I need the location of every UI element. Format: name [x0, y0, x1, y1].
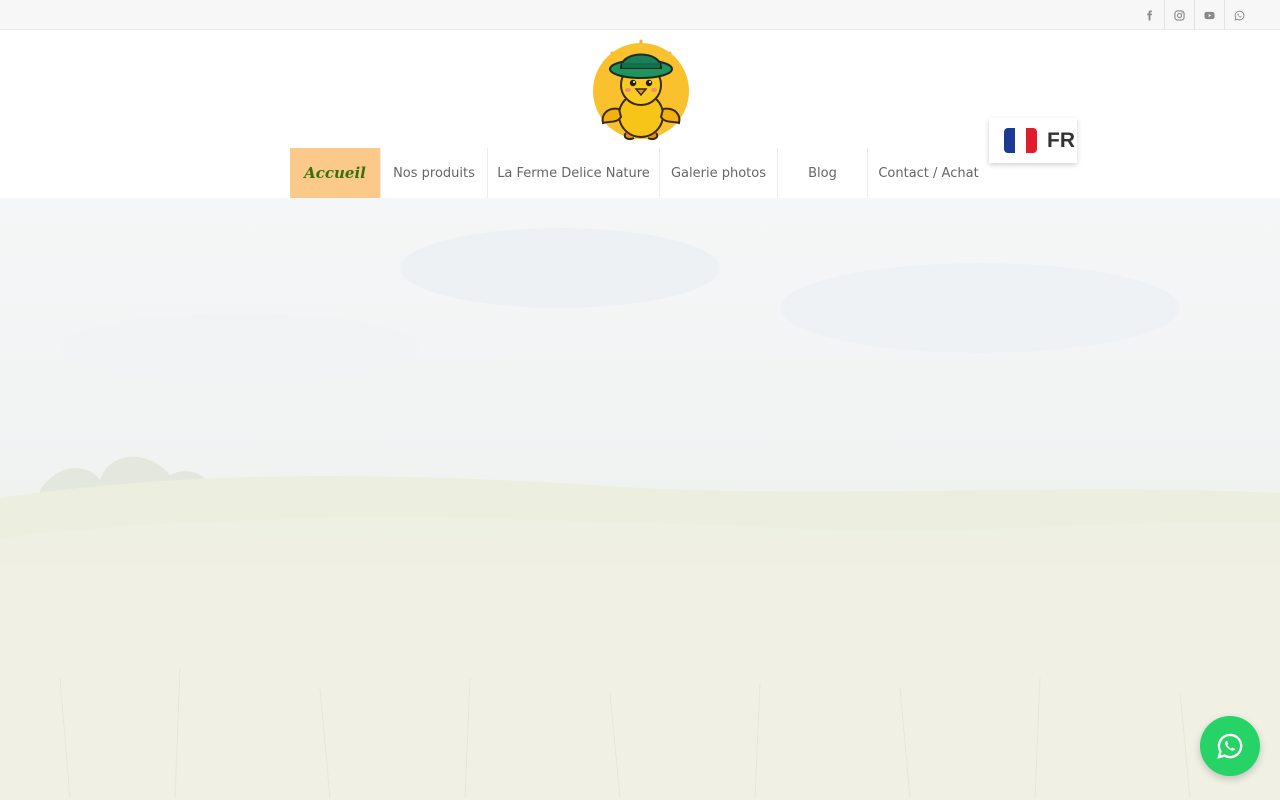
facebook-link[interactable] — [1134, 0, 1164, 30]
main-nav: Accueil Nos produits La Ferme Delice Nat… — [290, 148, 989, 198]
social-links — [1134, 0, 1254, 30]
nav-item-nos-produits[interactable]: Nos produits — [380, 148, 487, 198]
nav-item-contact-achat[interactable]: Contact / Achat — [867, 148, 989, 198]
language-switcher[interactable]: FR — [989, 118, 1077, 163]
chick-with-hat-logo — [593, 39, 689, 141]
field-landscape-image — [0, 198, 1280, 800]
france-flag-icon — [1004, 128, 1037, 153]
nav-item-la-ferme[interactable]: La Ferme Delice Nature — [487, 148, 659, 198]
whatsapp-chat-button[interactable] — [1200, 716, 1260, 776]
youtube-link[interactable] — [1194, 0, 1224, 30]
instagram-link[interactable] — [1164, 0, 1194, 30]
nav-item-blog[interactable]: Blog — [777, 148, 867, 198]
whatsapp-icon — [1234, 10, 1245, 21]
language-code: FR — [1047, 128, 1075, 152]
nav-item-accueil[interactable]: Accueil — [290, 148, 380, 198]
site-header: Accueil Nos produits La Ferme Delice Nat… — [0, 30, 1280, 198]
whatsapp-icon — [1217, 733, 1243, 759]
youtube-icon — [1204, 11, 1215, 19]
facebook-icon — [1146, 9, 1152, 21]
whatsapp-link[interactable] — [1224, 0, 1254, 30]
hero-background — [0, 198, 1280, 800]
top-bar — [0, 0, 1280, 30]
instagram-icon — [1174, 9, 1185, 21]
nav-item-galerie-photos[interactable]: Galerie photos — [659, 148, 777, 198]
